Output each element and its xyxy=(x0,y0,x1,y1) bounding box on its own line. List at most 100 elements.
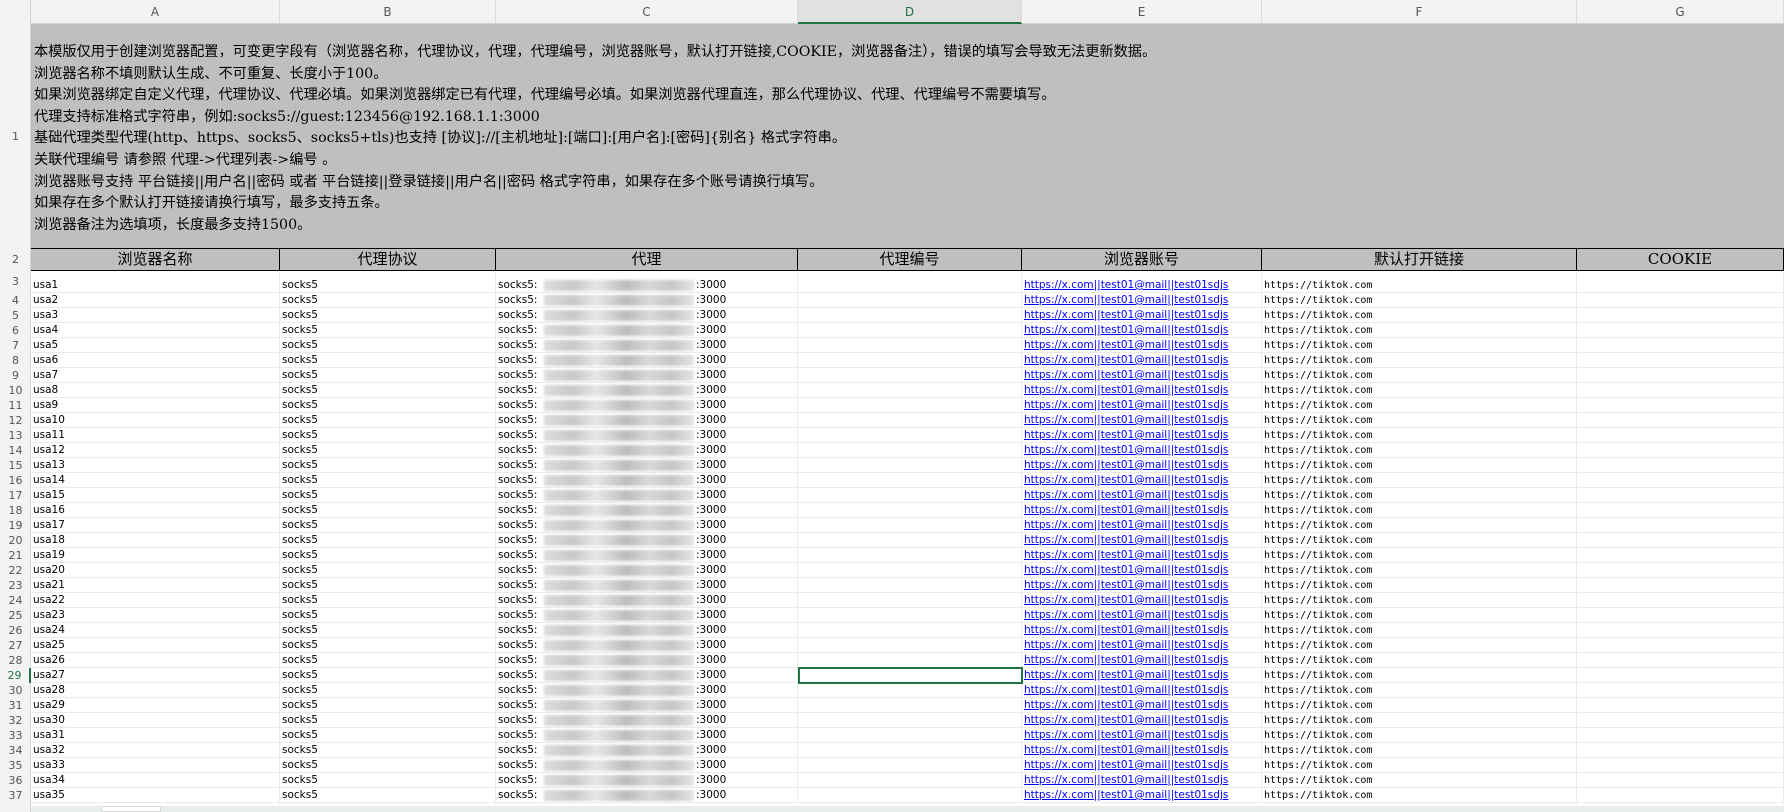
proxy-protocol-cell[interactable]: socks5 xyxy=(280,271,496,293)
cookie-cell[interactable] xyxy=(1577,653,1784,668)
proxy-cell[interactable]: socks5::3000 xyxy=(496,368,798,383)
proxy-protocol-cell[interactable]: socks5 xyxy=(280,668,496,683)
proxy-cell[interactable]: socks5::3000 xyxy=(496,773,798,788)
browser-name-cell[interactable]: usa11 xyxy=(31,428,280,443)
row-header-15[interactable]: 15 xyxy=(0,458,31,473)
browser-account-cell[interactable]: https://x.com||test01@mail||test01sdjs xyxy=(1022,773,1262,788)
proxy-id-cell[interactable] xyxy=(798,473,1022,488)
browser-name-cell[interactable]: usa30 xyxy=(31,713,280,728)
proxy-cell[interactable]: socks5::3000 xyxy=(496,428,798,443)
proxy-cell[interactable]: socks5::3000 xyxy=(496,338,798,353)
proxy-protocol-cell[interactable]: socks5 xyxy=(280,293,496,308)
row-header-22[interactable]: 22 xyxy=(0,563,31,578)
cookie-cell[interactable] xyxy=(1577,578,1784,593)
proxy-protocol-cell[interactable]: socks5 xyxy=(280,383,496,398)
browser-name-cell[interactable]: usa19 xyxy=(31,548,280,563)
cookie-cell[interactable] xyxy=(1577,743,1784,758)
header-cell[interactable]: 代理编号 xyxy=(798,249,1022,270)
browser-name-cell[interactable]: usa20 xyxy=(31,563,280,578)
browser-name-cell[interactable]: usa10 xyxy=(31,413,280,428)
proxy-id-cell[interactable] xyxy=(798,443,1022,458)
proxy-cell[interactable]: socks5::3000 xyxy=(496,518,798,533)
proxy-protocol-cell[interactable]: socks5 xyxy=(280,638,496,653)
proxy-cell[interactable]: socks5::3000 xyxy=(496,548,798,563)
cookie-cell[interactable] xyxy=(1577,563,1784,578)
cookie-cell[interactable] xyxy=(1577,338,1784,353)
cookie-cell[interactable] xyxy=(1577,713,1784,728)
browser-account-cell[interactable]: https://x.com||test01@mail||test01sdjs xyxy=(1022,323,1262,338)
default-open-link-cell[interactable]: https://tiktok.com xyxy=(1262,293,1577,308)
browser-account-cell[interactable]: https://x.com||test01@mail||test01sdjs xyxy=(1022,683,1262,698)
proxy-id-cell[interactable] xyxy=(798,563,1022,578)
proxy-protocol-cell[interactable]: socks5 xyxy=(280,788,496,803)
default-open-link-cell[interactable]: https://tiktok.com xyxy=(1262,713,1577,728)
proxy-cell[interactable]: socks5::3000 xyxy=(496,698,798,713)
proxy-cell[interactable]: socks5::3000 xyxy=(496,293,798,308)
default-open-link-cell[interactable]: https://tiktok.com xyxy=(1262,338,1577,353)
browser-name-cell[interactable]: usa15 xyxy=(31,488,280,503)
column-header-f[interactable]: F xyxy=(1262,0,1577,24)
cookie-cell[interactable] xyxy=(1577,593,1784,608)
browser-account-cell[interactable]: https://x.com||test01@mail||test01sdjs xyxy=(1022,308,1262,323)
browser-account-cell[interactable]: https://x.com||test01@mail||test01sdjs xyxy=(1022,338,1262,353)
proxy-cell[interactable]: socks5::3000 xyxy=(496,443,798,458)
default-open-link-cell[interactable]: https://tiktok.com xyxy=(1262,638,1577,653)
proxy-cell[interactable]: socks5::3000 xyxy=(496,563,798,578)
proxy-cell[interactable]: socks5::3000 xyxy=(496,728,798,743)
header-cell[interactable]: 浏览器账号 xyxy=(1022,249,1262,270)
proxy-id-cell[interactable] xyxy=(798,638,1022,653)
default-open-link-cell[interactable]: https://tiktok.com xyxy=(1262,323,1577,338)
browser-name-cell[interactable]: usa23 xyxy=(31,608,280,623)
cookie-cell[interactable] xyxy=(1577,548,1784,563)
row-header-34[interactable]: 34 xyxy=(0,743,31,758)
proxy-id-cell[interactable] xyxy=(798,293,1022,308)
proxy-id-cell[interactable] xyxy=(798,503,1022,518)
cookie-cell[interactable] xyxy=(1577,473,1784,488)
cookie-cell[interactable] xyxy=(1577,308,1784,323)
proxy-cell[interactable]: socks5::3000 xyxy=(496,713,798,728)
row-header-24[interactable]: 24 xyxy=(0,593,31,608)
proxy-cell[interactable]: socks5::3000 xyxy=(496,308,798,323)
proxy-protocol-cell[interactable]: socks5 xyxy=(280,713,496,728)
proxy-id-cell[interactable] xyxy=(798,683,1022,698)
browser-account-cell[interactable]: https://x.com||test01@mail||test01sdjs xyxy=(1022,593,1262,608)
default-open-link-cell[interactable]: https://tiktok.com xyxy=(1262,428,1577,443)
header-cell[interactable]: 代理 xyxy=(496,249,798,270)
proxy-id-cell[interactable] xyxy=(798,308,1022,323)
default-open-link-cell[interactable]: https://tiktok.com xyxy=(1262,353,1577,368)
browser-name-cell[interactable]: usa1 xyxy=(31,271,280,293)
proxy-protocol-cell[interactable]: socks5 xyxy=(280,308,496,323)
proxy-protocol-cell[interactable]: socks5 xyxy=(280,473,496,488)
proxy-cell[interactable]: socks5::3000 xyxy=(496,533,798,548)
browser-account-cell[interactable]: https://x.com||test01@mail||test01sdjs xyxy=(1022,608,1262,623)
proxy-protocol-cell[interactable]: socks5 xyxy=(280,563,496,578)
cookie-cell[interactable] xyxy=(1577,503,1784,518)
column-header-d[interactable]: D xyxy=(798,0,1022,24)
default-open-link-cell[interactable]: https://tiktok.com xyxy=(1262,683,1577,698)
proxy-id-cell[interactable] xyxy=(798,413,1022,428)
row-header-32[interactable]: 32 xyxy=(0,713,31,728)
row-header-8[interactable]: 8 xyxy=(0,353,31,368)
default-open-link-cell[interactable]: https://tiktok.com xyxy=(1262,788,1577,803)
cookie-cell[interactable] xyxy=(1577,683,1784,698)
browser-account-cell[interactable]: https://x.com||test01@mail||test01sdjs xyxy=(1022,623,1262,638)
proxy-protocol-cell[interactable]: socks5 xyxy=(280,398,496,413)
proxy-cell[interactable]: socks5::3000 xyxy=(496,653,798,668)
proxy-cell[interactable]: socks5::3000 xyxy=(496,488,798,503)
row-header-9[interactable]: 9 xyxy=(0,368,31,383)
row-header-26[interactable]: 26 xyxy=(0,623,31,638)
cookie-cell[interactable] xyxy=(1577,638,1784,653)
row-header-31[interactable]: 31 xyxy=(0,698,31,713)
cookie-cell[interactable] xyxy=(1577,608,1784,623)
instruction-notes-cell[interactable]: 本模版仅用于创建浏览器配置，可变更字段有（浏览器名称，代理协议，代理，代理编号，… xyxy=(31,24,1784,249)
proxy-id-cell[interactable] xyxy=(798,788,1022,803)
proxy-cell[interactable]: socks5::3000 xyxy=(496,271,798,293)
browser-account-cell[interactable]: https://x.com||test01@mail||test01sdjs xyxy=(1022,473,1262,488)
browser-name-cell[interactable]: usa33 xyxy=(31,758,280,773)
default-open-link-cell[interactable]: https://tiktok.com xyxy=(1262,533,1577,548)
horizontal-scrollbar[interactable] xyxy=(31,806,1784,812)
proxy-protocol-cell[interactable]: socks5 xyxy=(280,428,496,443)
cookie-cell[interactable] xyxy=(1577,788,1784,803)
header-cell[interactable]: COOKIE xyxy=(1577,249,1784,270)
scrollbar-thumb[interactable] xyxy=(101,806,161,812)
